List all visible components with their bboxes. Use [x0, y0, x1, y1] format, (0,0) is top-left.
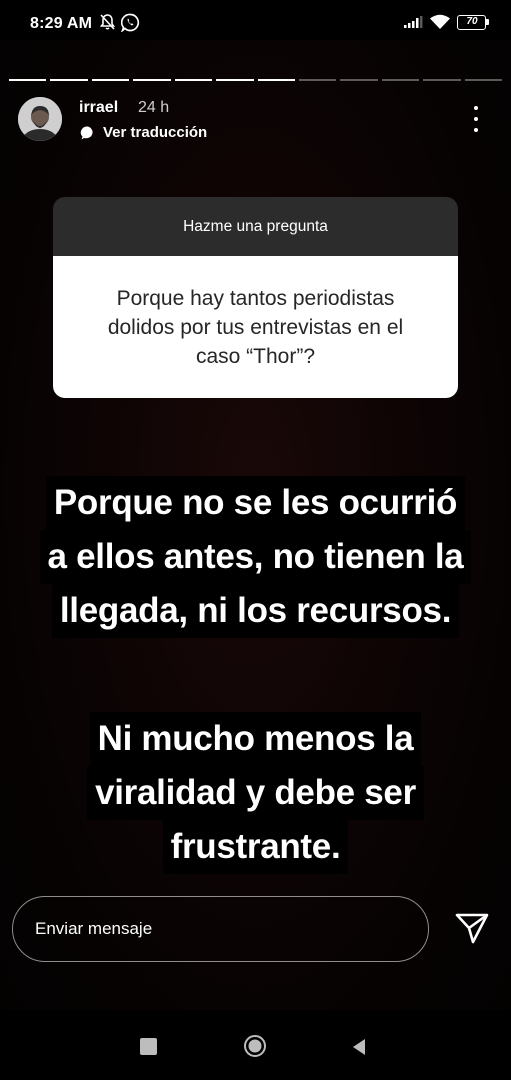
progress-segment [216, 79, 254, 81]
signal-icon [404, 16, 423, 28]
progress-segment [340, 79, 378, 81]
progress-segment [257, 79, 295, 81]
answer-line: viralidad y debe ser [87, 766, 424, 820]
username[interactable]: irrael [79, 99, 118, 117]
system-nav-bar [0, 1010, 511, 1080]
progress-segment [464, 79, 503, 81]
home-icon[interactable] [243, 1034, 267, 1058]
progress-segment [381, 79, 420, 81]
answer-line: Ni mucho menos la [89, 712, 422, 766]
progress-segment [50, 79, 88, 81]
question-sticker-header: Hazme una pregunta [53, 197, 458, 256]
progress-segment [9, 79, 47, 81]
answer-line: a ellos antes, no tienen la [39, 530, 472, 584]
answer-line: Porque no se les ocurrió [45, 476, 466, 530]
message-placeholder: Enviar mensaje [35, 919, 153, 938]
battery-icon: 70 [457, 14, 489, 30]
answer-text-block: Porque no se les ocurrió a ellos antes, … [0, 476, 511, 638]
status-time: 8:29 AM [30, 15, 93, 32]
story-time: 24 h [138, 99, 170, 116]
question-text: Porque hay tantos periodistas dolidos po… [53, 256, 458, 398]
translate-button[interactable]: Ver traducción [80, 124, 207, 141]
question-sticker[interactable]: Hazme una pregunta Porque hay tantos per… [53, 197, 458, 398]
progress-segment [298, 79, 337, 81]
back-icon[interactable] [349, 1037, 369, 1057]
status-bar: 8:29 AM 70 [0, 0, 511, 48]
story-progress-bar [9, 79, 503, 81]
recents-icon[interactable] [140, 1038, 157, 1055]
more-dot [474, 106, 478, 110]
message-input[interactable]: Enviar mensaje [12, 896, 429, 962]
progress-segment [133, 79, 171, 81]
alarm-off-icon [99, 14, 116, 30]
battery-level: 70 [466, 15, 478, 27]
progress-segment [91, 79, 130, 81]
more-options-button[interactable] [466, 106, 486, 132]
answer-line: frustrante. [162, 820, 349, 874]
answer-line: llegada, ni los recursos. [51, 584, 460, 638]
more-dot [474, 128, 478, 132]
answer-text-block: Ni mucho menos la viralidad y debe ser f… [0, 712, 511, 874]
whatsapp-icon [121, 13, 140, 32]
status-indicators: 70 [403, 14, 489, 30]
progress-segment [174, 79, 213, 81]
send-icon[interactable] [454, 910, 490, 946]
progress-segment [423, 79, 461, 81]
avatar[interactable] [18, 97, 62, 141]
translate-icon [80, 125, 93, 139]
wifi-icon [430, 14, 450, 29]
more-dot [474, 117, 478, 121]
profile-photo [18, 97, 62, 141]
translate-label: Ver traducción [103, 124, 208, 141]
